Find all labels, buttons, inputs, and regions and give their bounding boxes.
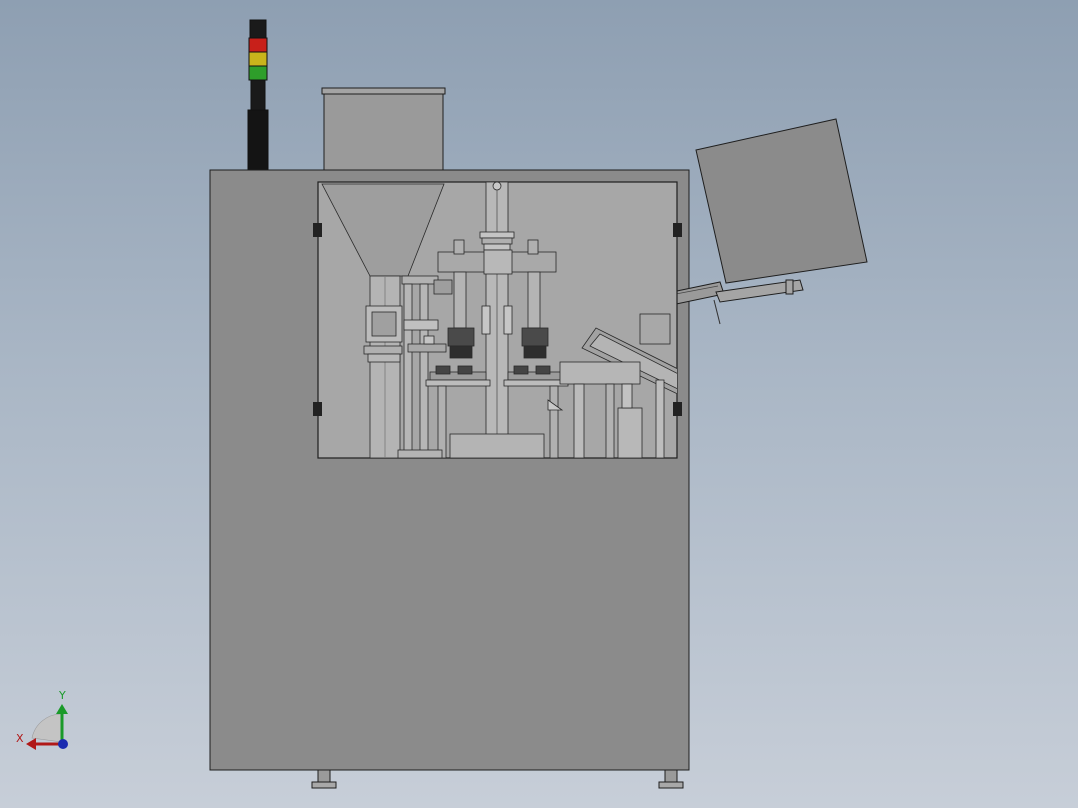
tower-light-black <box>249 19 267 39</box>
tower-light-yellow <box>248 51 268 67</box>
filling-nozzle-right <box>521 327 549 347</box>
tube-hopper-box <box>695 118 868 284</box>
machine-drawing <box>26 19 868 789</box>
signal-tower <box>247 19 269 171</box>
y-axis-label: Y <box>59 689 66 702</box>
viewing-window <box>313 181 682 459</box>
leveling-foot-left <box>311 769 337 789</box>
tower-light-red <box>248 37 268 53</box>
door-hinge-bottom-left <box>313 402 322 416</box>
hopper-drum <box>321 87 446 172</box>
orientation-triad[interactable] <box>26 704 68 750</box>
tower-neck <box>250 79 266 111</box>
x-axis-label: X <box>16 732 24 745</box>
door-hinge-top-right <box>673 223 682 237</box>
tower-pole <box>247 109 269 171</box>
triad-plane-indicator <box>31 713 63 743</box>
filling-nozzle-left <box>447 327 475 347</box>
tower-light-green <box>248 65 268 81</box>
door-hinge-bottom-right <box>673 402 682 416</box>
cad-viewport[interactable]: X Y <box>0 0 1078 808</box>
door-hinge-top-left <box>313 223 322 237</box>
leveling-foot-right <box>658 769 684 789</box>
z-axis-indicator <box>58 739 68 749</box>
